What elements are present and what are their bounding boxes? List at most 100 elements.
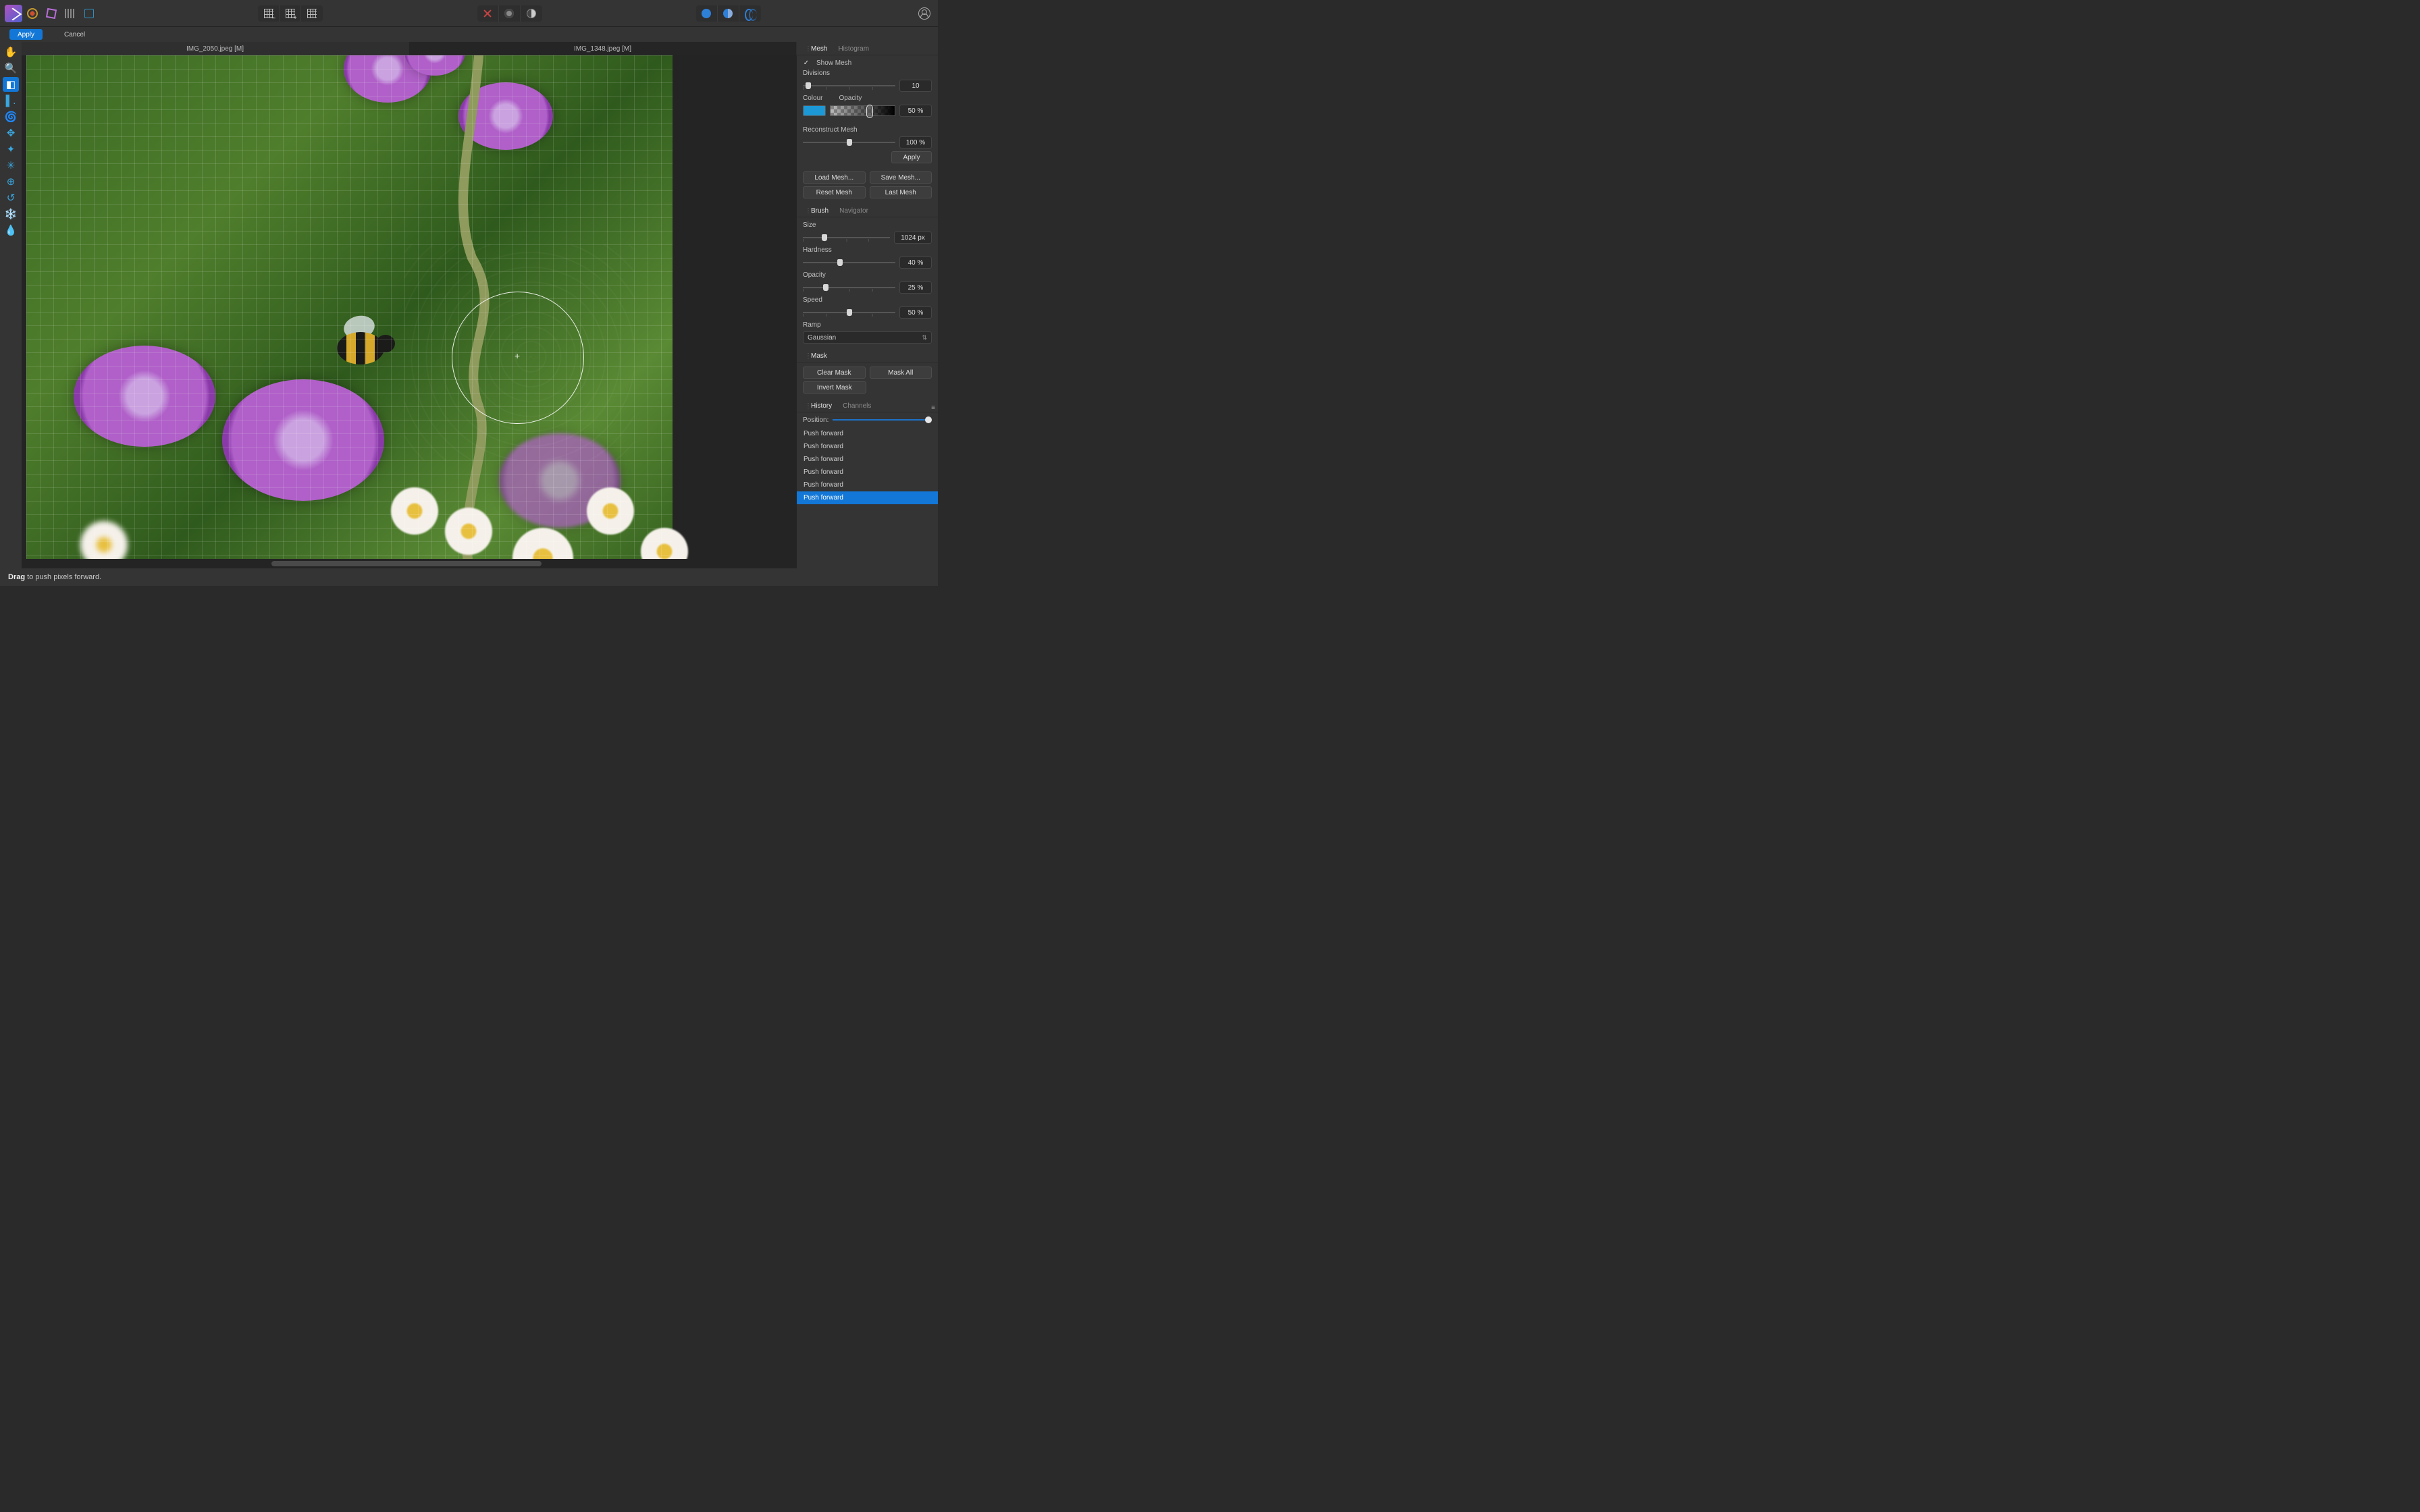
reconstruct-apply-button[interactable]: Apply [891,151,932,163]
grid-grow-icon[interactable] [280,5,301,22]
image-content [587,487,634,535]
hand-tool[interactable]: ✋ [3,45,19,59]
clear-selection-icon[interactable] [477,5,499,22]
status-hint-bold: Drag [8,573,25,581]
mesh-panel-tabs: ⋮⋮Mesh Histogram [797,42,938,55]
tab-brush[interactable]: ⋮⋮Brush [799,205,834,217]
speed-label: Speed [803,296,822,304]
brush-opacity-slider[interactable] [803,283,895,292]
hardness-field[interactable]: 40 % [899,256,932,269]
tab-histogram[interactable]: Histogram [833,43,874,55]
account-icon[interactable] [915,5,934,22]
grid-mode-segment [258,5,323,22]
mask-solid-icon[interactable] [499,5,521,22]
mirror-icon[interactable] [61,5,80,22]
reconstruct-field[interactable]: 100 % [899,136,932,148]
thaw-tool[interactable]: 💧 [3,223,19,238]
horizontal-scrollbar[interactable] [22,559,797,568]
invert-mask-button[interactable]: Invert Mask [803,381,866,394]
grid-shrink-icon[interactable] [258,5,280,22]
speed-slider[interactable] [803,308,895,317]
mesh-clone-tool[interactable]: ⊕ [3,174,19,189]
reconstruct-tool[interactable]: ↺ [3,190,19,205]
push-forward-tool[interactable]: ◧ [3,77,19,92]
grid-reset-icon[interactable] [301,5,323,22]
pinch-tool[interactable]: ✥ [3,126,19,140]
divisions-field[interactable]: 10 [899,80,932,92]
save-mesh-button[interactable]: Save Mesh... [870,171,932,184]
history-item[interactable]: Push forward [797,479,938,491]
size-field[interactable]: 1024 px [894,232,932,244]
hardness-label: Hardness [803,246,832,254]
reconstruct-slider[interactable] [803,138,895,147]
document-tab[interactable]: IMG_1348.jpeg [M] [409,42,797,55]
document-tab[interactable]: IMG_2050.jpeg [M] [22,42,409,55]
share-icon[interactable] [80,5,99,22]
panel-menu-icon[interactable]: ≡ [928,404,938,412]
twirl-tool[interactable]: 🌀 [3,109,19,124]
right-studio: ⋮⋮Mesh Histogram ✓ Show Mesh Divisions 1… [797,42,938,586]
brush-panel-tabs: ⋮⋮Brush Navigator [797,204,938,217]
history-panel: Position: Push forwardPush forwardPush f… [797,412,938,504]
view-mode-segment [696,5,761,22]
brush-panel: Size 1024 px Hardness 40 % Opacity 25 % … [797,217,938,349]
punch-tool[interactable]: ✦ [3,142,19,157]
mesh-opacity-field[interactable]: 50 % [899,105,932,117]
history-item[interactable]: Push forward [797,427,938,440]
show-mesh-checkbox[interactable]: ✓ Show Mesh [803,59,932,67]
tab-channels[interactable]: Channels [837,400,876,412]
mask-panel-tabs: ⋮⋮Mask [797,349,938,362]
develop-persona-icon[interactable] [23,5,42,22]
image-content [222,379,384,501]
push-left-tool[interactable]: ▌. [3,93,19,108]
last-mesh-button[interactable]: Last Mesh [870,186,932,198]
cancel-button[interactable]: Cancel [56,29,93,40]
mesh-colour-well[interactable] [803,105,826,116]
chevron-updown-icon: ⇅ [922,334,927,342]
tonemap-persona-icon[interactable] [42,5,61,22]
tab-navigator[interactable]: Navigator [834,205,874,217]
canvas-viewport[interactable] [22,55,797,568]
check-icon: ✓ [803,60,810,67]
image-content [74,346,215,447]
size-slider[interactable] [803,233,890,242]
history-position-label: Position: [803,416,828,424]
mask-panel: Clear Mask Mask All Invert Mask [797,362,938,399]
reconstruct-label: Reconstruct Mesh [803,126,858,134]
history-item[interactable]: Push forward [797,453,938,466]
apply-button[interactable]: Apply [9,29,43,40]
speed-field[interactable]: 50 % [899,306,932,319]
freeze-tool[interactable]: ❄️ [3,207,19,221]
brush-opacity-field[interactable]: 25 % [899,281,932,294]
context-toolbar: Apply Cancel [0,27,938,42]
scrollbar-thumb[interactable] [271,561,542,566]
history-item[interactable]: Push forward [797,491,938,504]
mesh-opacity-slider[interactable] [830,105,895,116]
image-content [391,487,438,535]
clear-mask-button[interactable]: Clear Mask [803,367,866,379]
ramp-select[interactable]: Gaussian⇅ [803,331,932,344]
history-panel-tabs: ⋮⋮History Channels ≡ [797,399,938,412]
document-image[interactable] [26,55,673,568]
view-original-icon[interactable] [696,5,718,22]
hardness-slider[interactable] [803,258,895,267]
history-item[interactable]: Push forward [797,440,938,453]
tab-mesh[interactable]: ⋮⋮Mesh [799,43,833,55]
history-position-slider[interactable] [833,416,932,424]
divisions-slider[interactable] [803,81,895,90]
reset-mesh-button[interactable]: Reset Mesh [803,186,866,198]
history-item[interactable]: Push forward [797,466,938,479]
status-hint-text: to push pixels forward. [27,573,101,581]
app-logo[interactable] [4,5,23,22]
turbulence-tool[interactable]: ✳ [3,158,19,173]
tab-mask[interactable]: ⋮⋮Mask [799,350,833,362]
mask-all-button[interactable]: Mask All [870,367,932,379]
view-mirror-icon[interactable] [739,5,761,22]
view-split-icon[interactable] [718,5,739,22]
mask-half-icon[interactable] [521,5,542,22]
history-list: Push forwardPush forwardPush forwardPush… [797,427,938,504]
zoom-tool[interactable]: 🔍 [3,61,19,76]
tools-panel: ✋ 🔍◧▌.🌀 ✥ ✦✳⊕↺ ❄️ 💧 [0,42,22,568]
tab-history[interactable]: ⋮⋮History [799,400,837,412]
load-mesh-button[interactable]: Load Mesh... [803,171,866,184]
